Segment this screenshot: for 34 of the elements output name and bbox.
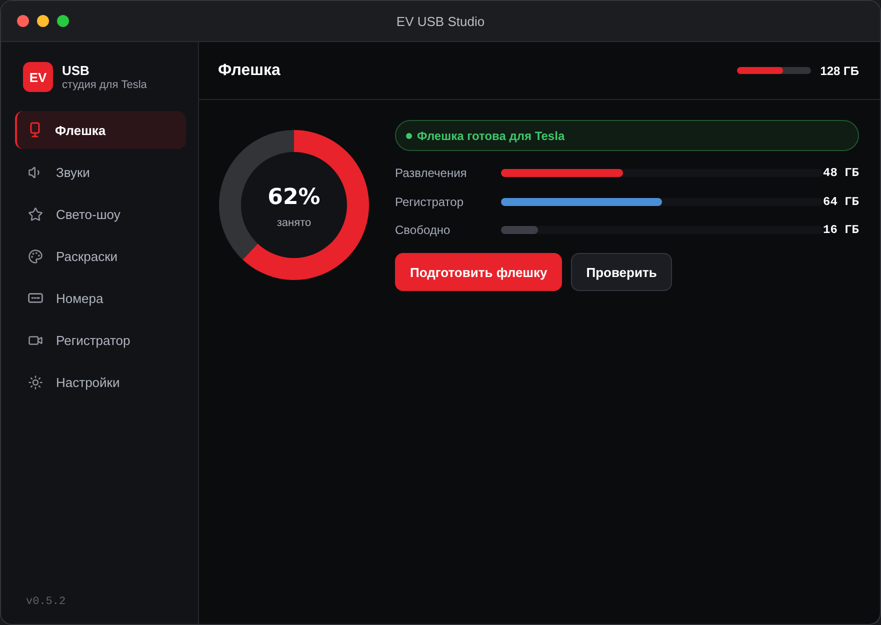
sidebar-item[interactable]: Свето-шоу [15, 195, 186, 233]
sidebar-item[interactable]: Звуки [15, 153, 186, 191]
maximize-icon[interactable] [57, 15, 69, 27]
star-icon [28, 206, 43, 222]
category-label: Свободно [395, 223, 452, 237]
sidebar-item[interactable]: Флешка [15, 111, 186, 149]
category-label: Развлечения [395, 166, 468, 180]
prepare-button[interactable]: Подготовить флешку [395, 253, 562, 291]
category-size: 64 ГБ [823, 194, 860, 208]
page-title: Флешка [218, 62, 280, 80]
sidebar-item[interactable]: Номера [15, 279, 186, 317]
check-button[interactable]: Проверить [571, 253, 672, 291]
window-title: EV USB Studio [396, 14, 485, 28]
logo: EV [23, 62, 53, 92]
usage-percent: 62% [268, 185, 320, 210]
version-label: v0.5.2 [26, 596, 66, 608]
plate-icon [28, 293, 43, 303]
capacity-reading: 128 ГБ [820, 64, 859, 78]
brand-subtitle: студия для Tesla [62, 79, 147, 91]
device-icon [28, 122, 42, 138]
status-text: Флешка готова для Tesla [417, 128, 565, 142]
category-size: 48 ГБ [823, 166, 860, 180]
sidebar-item[interactable]: Раскраски [15, 237, 186, 275]
category-size: 16 ГБ [823, 223, 860, 237]
sun-icon [28, 374, 43, 390]
sidebar-item[interactable]: Регистратор [15, 321, 186, 359]
usage-caption: занято [276, 217, 312, 229]
brand-name: USB [62, 63, 90, 78]
sidebar-item[interactable]: Настройки [15, 363, 186, 401]
minimize-icon[interactable] [37, 15, 49, 27]
palette-icon [28, 248, 43, 264]
close-icon[interactable] [17, 15, 29, 27]
category-label: Регистратор [395, 194, 465, 208]
status-dot-icon [406, 132, 412, 138]
